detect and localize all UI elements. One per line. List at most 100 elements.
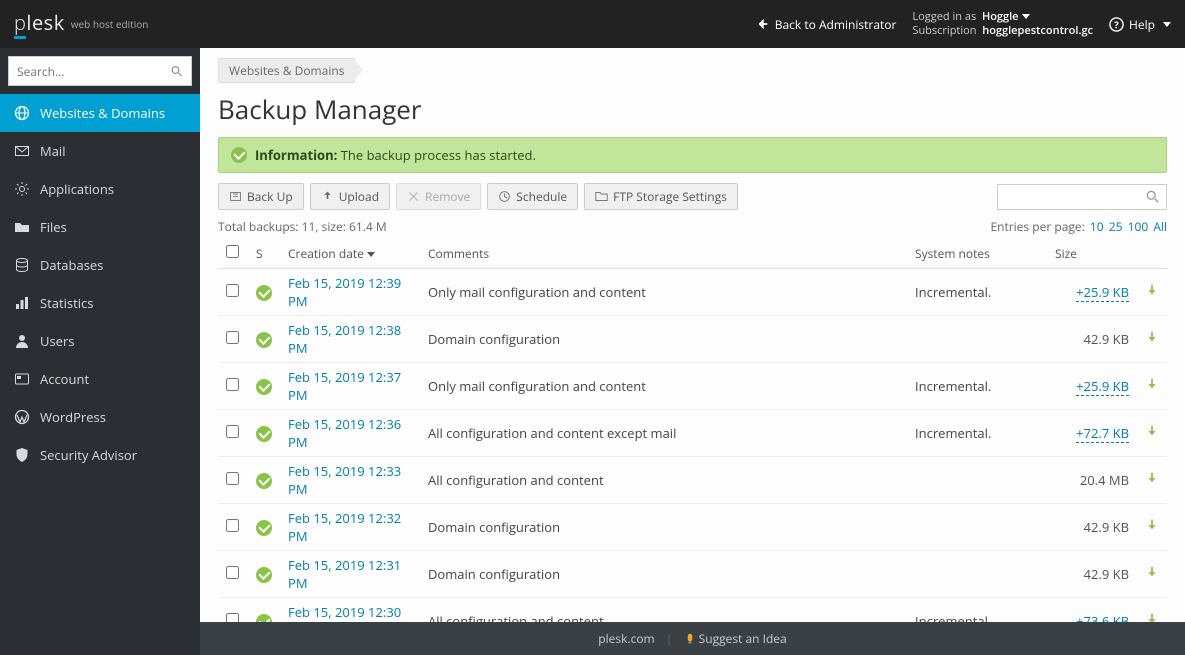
sidebar: Websites & Domains Mail Applications Files D… [0, 48, 200, 655]
sidebar-item-websites[interactable]: Websites & Domains [0, 94, 200, 132]
download-button[interactable] [1145, 565, 1159, 583]
folder-icon [595, 190, 608, 203]
sidebar-item-account[interactable]: Account [0, 360, 200, 398]
folder-icon [14, 219, 30, 235]
sidebar-item-users[interactable]: Users [0, 322, 200, 360]
comment-cell: Domain configuration [420, 504, 907, 551]
row-checkbox[interactable] [226, 566, 239, 579]
database-icon [14, 257, 30, 273]
size-text: 20.4 MB [1080, 471, 1129, 489]
table-row: Feb 15, 2019 12:33 PMAll configuration a… [218, 457, 1167, 504]
download-button[interactable] [1145, 424, 1159, 442]
row-checkbox[interactable] [226, 519, 239, 532]
download-button[interactable] [1145, 377, 1159, 395]
sidebar-item-wordpress[interactable]: WordPress [0, 398, 200, 436]
search-icon [1146, 190, 1160, 204]
sidebar-item-label: Applications [40, 180, 114, 198]
backup-date-link[interactable]: Feb 15, 2019 12:33 PM [288, 462, 401, 498]
subscription-name[interactable]: hogglepestcontrol.gc [982, 23, 1093, 38]
row-checkbox[interactable] [226, 472, 239, 485]
sidebar-item-label: Files [40, 218, 67, 236]
footer-idea-link[interactable]: Suggest an Idea [699, 630, 787, 647]
backup-date-link[interactable]: Feb 15, 2019 12:37 PM [288, 368, 401, 404]
sidebar-item-security[interactable]: Security Advisor [0, 436, 200, 474]
status-ok-icon [256, 285, 272, 301]
notes-cell [907, 504, 1047, 551]
backup-button[interactable]: Back Up [218, 183, 304, 210]
footer-site-link[interactable]: plesk.com [598, 630, 654, 647]
sidebar-item-label: Databases [40, 256, 103, 274]
table-search[interactable] [997, 184, 1167, 210]
account-info: Logged in as Hoggle Subscription hogglep… [912, 10, 1093, 39]
table-row: Feb 15, 2019 12:38 PMDomain configuratio… [218, 316, 1167, 363]
download-button[interactable] [1145, 283, 1159, 301]
size-link[interactable]: +72.7 KB [1076, 424, 1129, 443]
notes-cell [907, 316, 1047, 363]
select-all-checkbox[interactable] [226, 245, 239, 258]
help-icon: ? [1109, 17, 1124, 32]
download-button[interactable] [1145, 330, 1159, 348]
nav-list: Websites & Domains Mail Applications Files D… [0, 94, 200, 474]
toolbar: Back Up Upload Remove Schedule FTP Stora… [218, 183, 1167, 210]
status-ok-icon [256, 520, 272, 536]
col-comments[interactable]: Comments [420, 239, 907, 269]
backup-date-link[interactable]: Feb 15, 2019 12:32 PM [288, 509, 401, 545]
col-notes[interactable]: System notes [907, 239, 1047, 269]
summary-top: Total backups: 11, size: 61.4 M Entries … [218, 218, 1167, 235]
mail-icon [14, 143, 30, 159]
size-link[interactable]: +25.9 KB [1076, 283, 1129, 302]
sidebar-item-files[interactable]: Files [0, 208, 200, 246]
entries-10[interactable]: 10 [1090, 218, 1104, 235]
remove-button: Remove [396, 183, 481, 210]
sidebar-item-statistics[interactable]: Statistics [0, 284, 200, 322]
row-checkbox[interactable] [226, 425, 239, 438]
entries-25[interactable]: 25 [1109, 218, 1123, 235]
help-menu[interactable]: ? Help [1109, 16, 1171, 33]
sidebar-item-applications[interactable]: Applications [0, 170, 200, 208]
row-checkbox[interactable] [226, 331, 239, 344]
download-button[interactable] [1145, 518, 1159, 536]
col-date[interactable]: Creation date [280, 239, 420, 269]
schedule-button[interactable]: Schedule [487, 183, 578, 210]
status-ok-icon [256, 426, 272, 442]
sidebar-item-label: Websites & Domains [40, 104, 165, 122]
backup-icon [229, 190, 242, 203]
sidebar-item-label: Users [40, 332, 74, 350]
backup-date-link[interactable]: Feb 15, 2019 12:36 PM [288, 415, 401, 451]
sidebar-item-label: Statistics [40, 294, 93, 312]
table-row: Feb 15, 2019 12:31 PMDomain configuratio… [218, 551, 1167, 598]
sidebar-item-label: WordPress [40, 408, 106, 426]
row-checkbox[interactable] [226, 378, 239, 391]
svg-text:?: ? [1114, 18, 1119, 31]
backup-date-link[interactable]: Feb 15, 2019 12:38 PM [288, 321, 401, 357]
footer: plesk.com | Suggest an Idea [200, 622, 1185, 655]
ftp-settings-button[interactable]: FTP Storage Settings [584, 183, 738, 210]
row-checkbox[interactable] [226, 284, 239, 297]
size-text: 42.9 KB [1084, 330, 1129, 348]
upload-button[interactable]: Upload [310, 183, 390, 210]
success-icon [231, 147, 247, 163]
user-icon [14, 333, 30, 349]
topbar: plesk web host edition Back to Administr… [0, 0, 1185, 48]
search-box[interactable] [8, 56, 192, 86]
entries-All[interactable]: All [1153, 218, 1167, 235]
entries-per-page: Entries per page: 10 25 100 All [990, 218, 1167, 235]
page-title: Backup Manager [218, 91, 1167, 127]
back-to-administrator[interactable]: Back to Administrator [755, 16, 897, 33]
size-link[interactable]: +25.9 KB [1076, 377, 1129, 396]
search-input[interactable] [17, 63, 171, 80]
sort-desc-icon [367, 252, 375, 257]
entries-100[interactable]: 100 [1128, 218, 1149, 235]
col-status[interactable]: S [248, 239, 280, 269]
status-ok-icon [256, 567, 272, 583]
stats-icon [14, 295, 30, 311]
backup-date-link[interactable]: Feb 15, 2019 12:39 PM [288, 274, 401, 310]
breadcrumb[interactable]: Websites & Domains [218, 58, 355, 83]
username-menu[interactable]: Hoggle [982, 9, 1030, 24]
sidebar-item-databases[interactable]: Databases [0, 246, 200, 284]
col-size[interactable]: Size [1047, 239, 1137, 269]
sidebar-item-mail[interactable]: Mail [0, 132, 200, 170]
backup-date-link[interactable]: Feb 15, 2019 12:31 PM [288, 556, 401, 592]
notes-cell: Incremental. [907, 410, 1047, 457]
download-button[interactable] [1145, 471, 1159, 489]
